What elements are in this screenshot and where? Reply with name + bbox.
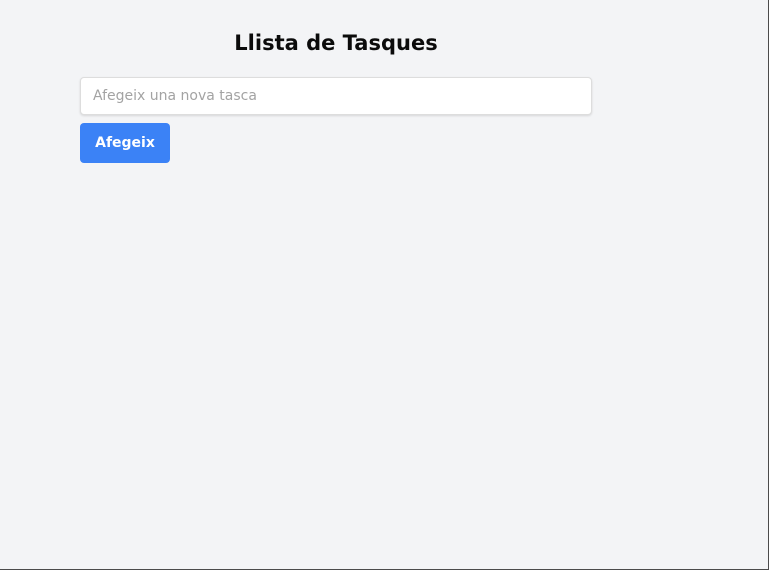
new-task-input[interactable] [80,77,592,115]
todo-app: Llista de Tasques Afegeix [80,22,592,175]
page: { "app": { "title": "Llista de Tasques" … [0,0,769,570]
page-title: Llista de Tasques [234,31,438,55]
add-task-button[interactable]: Afegeix [80,123,170,163]
